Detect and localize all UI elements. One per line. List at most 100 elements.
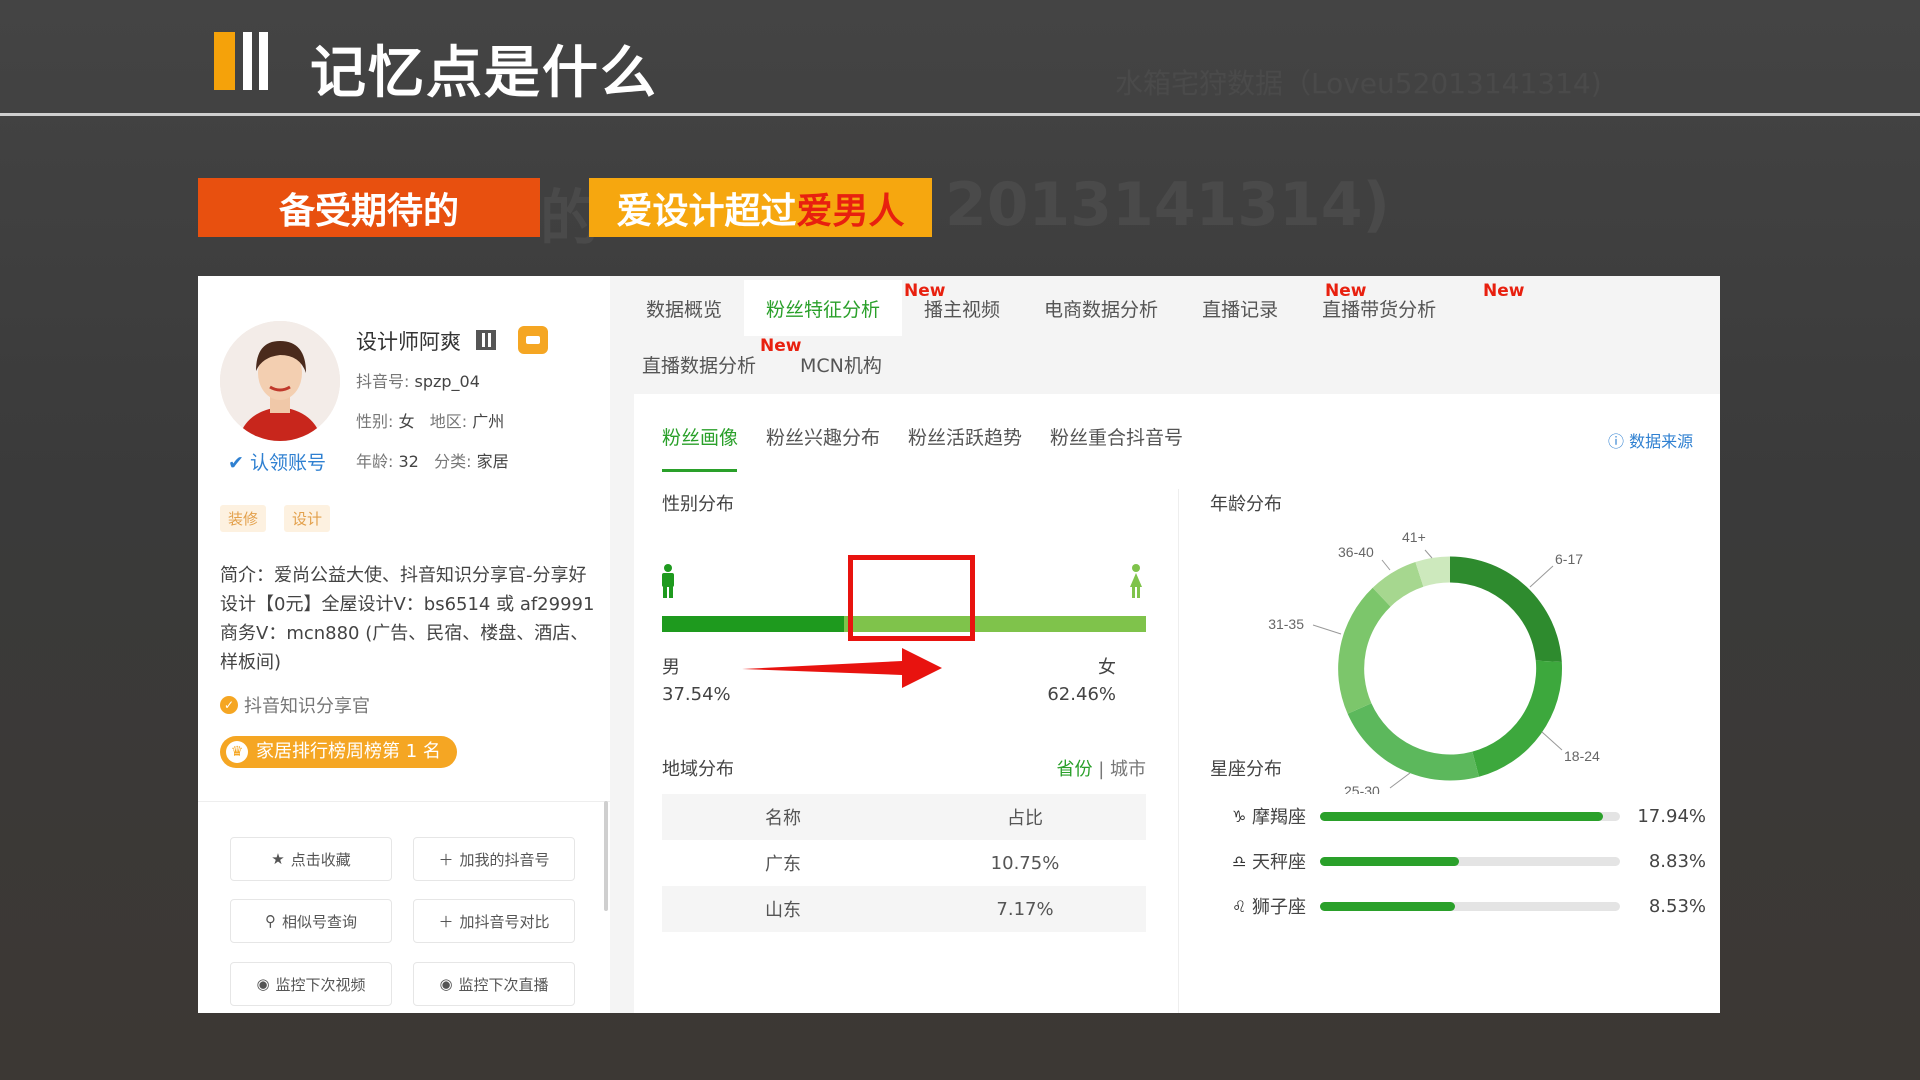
add-douyin-button[interactable]: ＋ 加我的抖音号 xyxy=(413,837,575,881)
zodiac-name: 摩羯座 xyxy=(1252,807,1306,828)
region-pct: 7.17% xyxy=(996,898,1054,920)
data-source-link[interactable]: ⓘ 数据来源 xyxy=(1608,428,1693,452)
toggle-province[interactable]: 省份 xyxy=(1056,759,1092,780)
tab-live-sales[interactable]: 直播带货分析 xyxy=(1300,280,1458,336)
claim-account-link[interactable]: ✔ 认领账号 xyxy=(228,448,326,475)
subtab-fan-portrait[interactable]: 粉丝画像 xyxy=(662,423,738,450)
profile-card: 设计师阿爽 抖音号: spzp_04 性别: 女 地区: 广州 年龄: 32 分… xyxy=(198,276,610,1013)
zodiac-bar-fill xyxy=(1320,901,1455,911)
age-label-41plus: 41+ xyxy=(1402,529,1426,545)
age-label-6-17: 6-17 xyxy=(1555,551,1583,567)
zodiac-name: 狮子座 xyxy=(1252,897,1306,918)
profile-name: 设计师阿爽 xyxy=(356,330,461,354)
tag-item[interactable]: 装修 xyxy=(220,505,267,532)
zodiac-pct: 17.94% xyxy=(1637,805,1706,827)
male-label: 男 xyxy=(662,657,680,678)
profile-tags: 装修 设计 xyxy=(220,505,331,532)
sub-tab-bar: 粉丝画像 粉丝兴趣分布 粉丝活跃趋势 粉丝重合抖音号 xyxy=(662,423,1183,450)
compare-button-label: 加抖音号对比 xyxy=(459,912,550,931)
tag-item[interactable]: 设计 xyxy=(284,505,331,532)
knowledge-badge-label: 抖音知识分享官 xyxy=(244,696,370,717)
red-arrow xyxy=(742,648,942,688)
favorite-button[interactable]: ★ 点击收藏 xyxy=(230,837,392,881)
zodiac-bar-track xyxy=(1320,811,1620,821)
table-row: 广东 10.75% xyxy=(662,840,1146,886)
plus-icon: ＋ xyxy=(438,912,454,931)
fan-portrait-content: 粉丝画像 粉丝兴趣分布 粉丝活跃趋势 粉丝重合抖音号 ⓘ 数据来源 性别分布 男… xyxy=(634,394,1720,1013)
crown-icon: ♛ xyxy=(226,741,248,763)
title-accent-bar xyxy=(214,32,235,90)
compare-button[interactable]: ＋ 加抖音号对比 xyxy=(413,899,575,943)
qr-code-icon[interactable] xyxy=(476,330,496,350)
banner-left: 备受期待的 xyxy=(198,178,540,237)
add-douyin-button-label: 加我的抖音号 xyxy=(459,850,550,869)
help-icon: ⓘ xyxy=(1608,432,1625,451)
zodiac-bar-track xyxy=(1320,856,1620,866)
age-value: 32 xyxy=(398,452,419,471)
avatar-image xyxy=(220,321,340,441)
toggle-separator: | xyxy=(1098,759,1105,780)
gender-value: 女 xyxy=(398,412,415,431)
tab-fan-analysis[interactable]: 粉丝特征分析 xyxy=(744,280,903,336)
libra-icon: ♎ xyxy=(1232,851,1247,871)
zodiac-pct: 8.53% xyxy=(1648,895,1706,917)
monitor-video-button[interactable]: ◉ 监控下次视频 xyxy=(230,962,392,1006)
category-value: 家居 xyxy=(476,452,509,471)
female-pct: 62.46% xyxy=(1047,684,1116,705)
gender-bar-male xyxy=(662,616,844,632)
star-icon: ★ xyxy=(271,850,285,868)
region-name: 山东 xyxy=(765,900,801,921)
age-title: 年龄分布 xyxy=(1210,494,1282,515)
subtab-activity[interactable]: 粉丝活跃趋势 xyxy=(908,423,1022,450)
banner-right: 爱设计超过 爱男人 xyxy=(589,178,932,237)
leo-icon: ♌ xyxy=(1232,896,1247,916)
new-badge: New xyxy=(760,336,802,356)
donut-slice-6-17 xyxy=(1450,556,1562,662)
new-badge: New xyxy=(1483,281,1525,301)
zodiac-pct: 8.83% xyxy=(1648,850,1706,872)
tab-live-records[interactable]: 直播记录 xyxy=(1180,280,1300,336)
tab-overview[interactable]: 数据概览 xyxy=(624,280,744,336)
slide-title: 记忆点是什么 xyxy=(310,41,658,106)
region-name: 广东 xyxy=(765,854,801,875)
capricorn-icon: ♑ xyxy=(1232,806,1247,826)
claim-account-label: 认领账号 xyxy=(249,452,326,474)
column-header: 名称 xyxy=(765,808,801,829)
title-accent-bar xyxy=(243,32,252,90)
donut-slices xyxy=(1338,556,1562,781)
favorite-button-label: 点击收藏 xyxy=(290,850,351,869)
tab-ecommerce[interactable]: 电商数据分析 xyxy=(1022,280,1180,336)
toggle-city[interactable]: 城市 xyxy=(1110,759,1146,780)
gender-label: 性别: xyxy=(356,412,394,431)
zodiac-title: 星座分布 xyxy=(1210,759,1282,780)
donut-slice-18-24 xyxy=(1472,660,1562,777)
new-badge: New xyxy=(1325,281,1367,301)
monitor-live-button-label: 监控下次直播 xyxy=(458,975,549,994)
female-stat: 女 62.46% xyxy=(954,654,1116,708)
subtab-interest[interactable]: 粉丝兴趣分布 xyxy=(766,423,880,450)
region-pct: 10.75% xyxy=(990,852,1060,874)
tv-icon[interactable] xyxy=(518,326,548,354)
female-icon xyxy=(1130,564,1142,598)
tab-live-data[interactable]: 直播数据分析 xyxy=(620,336,778,392)
data-source-label: 数据来源 xyxy=(1629,432,1694,451)
eye-icon: ◉ xyxy=(256,975,270,993)
zodiac-row: ♌ 狮子座 8.53% xyxy=(1232,894,1712,919)
monitor-live-button[interactable]: ◉ 监控下次直播 xyxy=(413,962,575,1006)
knowledge-badge: ✓ 抖音知识分享官 xyxy=(220,692,370,718)
age-label: 年龄: xyxy=(356,452,394,471)
zodiac-bar-fill xyxy=(1320,856,1460,866)
title-divider xyxy=(0,113,1920,116)
zodiac-bar-track xyxy=(1320,901,1620,911)
subtab-overlap[interactable]: 粉丝重合抖音号 xyxy=(1050,423,1183,450)
watermark: 2013141314) xyxy=(945,170,1390,240)
age-label-18-24: 18-24 xyxy=(1564,748,1600,764)
region-value: 广州 xyxy=(472,412,505,431)
zodiac-name: 天秤座 xyxy=(1252,852,1306,873)
similar-search-button-label: 相似号查询 xyxy=(281,912,357,931)
douyin-id: 抖音号: spzp_04 xyxy=(356,368,480,392)
rank-badge[interactable]: ♛ 家居排行榜周榜第 1 名 xyxy=(220,736,457,768)
similar-search-button[interactable]: ⚲ 相似号查询 xyxy=(230,899,392,943)
rank-label: 家居排行榜周榜第 1 名 xyxy=(256,741,441,762)
scrollbar[interactable] xyxy=(604,801,608,911)
